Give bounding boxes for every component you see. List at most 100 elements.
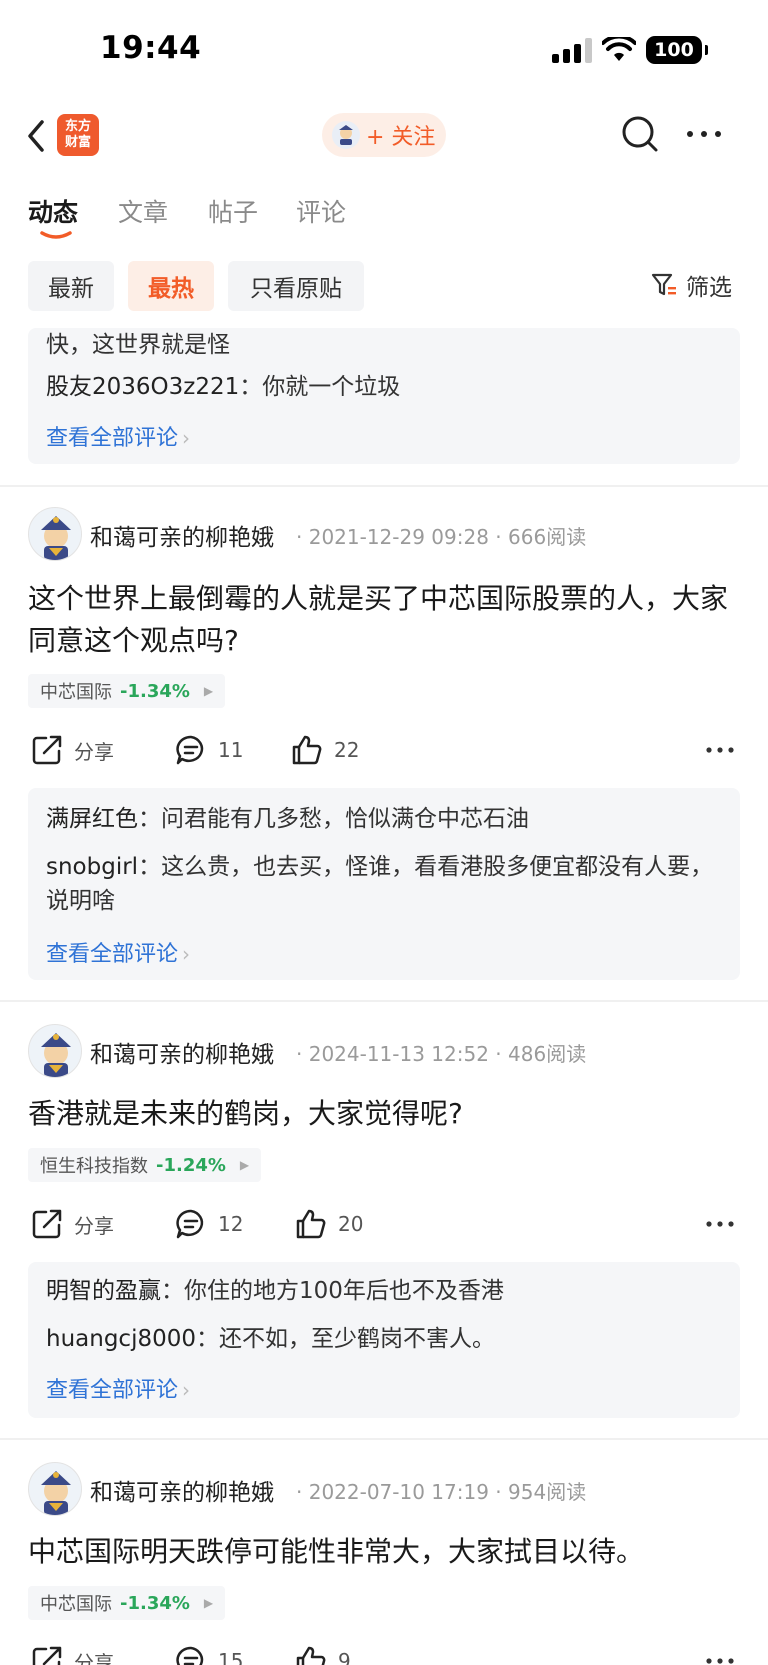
filter-button[interactable]: 筛选 [650,268,732,302]
comment-text: 你就一个垃圾 [262,374,401,400]
stock-change: -1.34% [120,1592,190,1614]
active-tab-indicator [40,231,72,239]
like-button[interactable]: 20 [294,1207,363,1241]
post-date: 2021-12-29 09:28 [308,525,489,549]
user-avatar-small [332,121,360,149]
stock-change: -1.24% [156,1154,226,1176]
comment-count: 15 [218,1649,244,1665]
author-name[interactable]: 和蔼可亲的柳艳娥 [90,1035,274,1069]
stock-change: -1.34% [120,680,190,702]
sort-latest-chip[interactable]: 最新 [28,261,114,311]
see-all-comments-link[interactable]: 查看全部评论 › [46,1372,190,1404]
chevron-right-icon: › [182,1378,191,1402]
tab-dynamic[interactable]: 动态 [28,193,78,229]
post-divider [0,1000,768,1002]
like-count: 22 [334,738,360,762]
post-date: 2024-11-13 12:52 [308,1042,489,1066]
post-body[interactable]: 香港就是未来的鹤岗，大家觉得呢? [28,1093,740,1135]
tab-posts[interactable]: 帖子 [208,193,258,229]
post-meta: · 2021-12-29 09:28 · 666阅读 [296,525,587,549]
thumbs-up-icon [292,735,322,765]
post-divider [0,485,768,487]
caret-right-icon: ▶ [203,1596,214,1610]
follow-button[interactable]: + 关注 [322,113,446,157]
commenter-name[interactable]: 股友2036O3z221 [46,374,239,400]
comment-button[interactable]: 15 [174,1644,243,1665]
author-name[interactable]: 和蔼可亲的柳艳娥 [90,1473,274,1507]
sort-hot-chip[interactable]: 最热 [128,261,214,311]
stock-name: 中芯国际 [40,1594,112,1615]
search-icon[interactable] [620,114,660,154]
header-nav: 东方 财富 + 关注 [0,100,768,172]
stock-tag[interactable]: 恒生科技指数 -1.24% ▶ [28,1148,262,1182]
tab-comments[interactable]: 评论 [296,193,346,229]
author-avatar[interactable] [28,1024,82,1078]
comment-count: 11 [218,738,244,762]
share-icon [32,735,62,765]
back-arrow-icon[interactable] [22,118,52,154]
sort-filter-bar: 最新 最热 只看原贴 筛选 [0,258,768,314]
post-body[interactable]: 这个世界上最倒霉的人就是买了中芯国际股票的人，大家同意这个观点吗? [28,578,740,662]
comment-line: 股友2036O3z221：你就一个垃圾 [46,370,400,404]
post-more-icon[interactable] [705,745,735,755]
post-meta: · 2024-11-13 12:52 · 486阅读 [296,1042,587,1066]
logo-text-top: 东方 [64,119,91,134]
see-all-comments-link[interactable]: 查看全部评论 › [46,936,190,968]
comment-separator: ： [138,854,162,880]
more-options-icon[interactable] [684,126,724,142]
see-all-comments-link[interactable]: 查看全部评论 › [46,420,190,452]
stock-name: 恒生科技指数 [40,1156,148,1177]
author-name[interactable]: 和蔼可亲的柳艳娥 [90,518,274,552]
commenter-name[interactable]: 明智的盈赢 [46,1278,161,1304]
comment-line: huangcj8000：还不如，至少鹤岗不害人。 [46,1322,495,1356]
status-bar: 19:44 100 [0,0,768,100]
comment-line: 明智的盈赢：你住的地方100年后也不及香港 [46,1274,504,1308]
original-only-chip[interactable]: 只看原贴 [228,261,364,311]
see-all-label: 查看全部评论 [46,426,179,451]
commenter-name[interactable]: huangcj8000 [46,1326,196,1352]
status-time: 19:44 [100,30,202,66]
share-label: 分享 [74,1213,114,1238]
caret-right-icon: ▶ [203,684,214,698]
comment-button[interactable]: 12 [174,1207,243,1241]
share-button[interactable]: 分享 [30,1644,114,1665]
comment-separator: ： [161,1278,184,1304]
tab-articles[interactable]: 文章 [118,193,168,229]
post-more-icon[interactable] [705,1656,735,1665]
commenter-name[interactable]: 满屏红色 [46,806,138,832]
comment-text: 还不如，至少鹤岗不害人。 [219,1326,495,1352]
stock-tag[interactable]: 中芯国际 -1.34% ▶ [28,674,226,708]
stock-name: 中芯国际 [40,682,112,703]
battery-icon: 100 [646,36,708,64]
like-button[interactable]: 22 [290,733,359,767]
post-meta: · 2022-07-10 17:19 · 954阅读 [296,1480,587,1504]
share-icon [32,1646,62,1665]
share-button[interactable]: 分享 [30,1207,114,1241]
author-avatar[interactable] [28,507,82,561]
comment-line: snobgirl：这么贵，也去买，怪谁，看看港股多便宜都没有人要，说明啥 [46,850,726,918]
comment-separator: ： [196,1326,219,1352]
share-button[interactable]: 分享 [30,733,114,767]
commenter-name[interactable]: snobgirl [46,854,138,880]
comment-button[interactable]: 11 [174,733,243,767]
comment-icon [176,1646,204,1665]
author-avatar[interactable] [28,1462,82,1516]
post-reads: 486阅读 [508,1042,587,1066]
comment-text: 问君能有几多愁，恰似满仓中芯石油 [161,806,529,832]
chevron-right-icon: › [182,426,191,450]
stock-tag[interactable]: 中芯国际 -1.34% ▶ [28,1586,226,1620]
filter-label: 筛选 [686,275,732,301]
cellular-signal-icon [552,37,592,63]
post-body[interactable]: 中芯国际明天跌停可能性非常大，大家拭目以待。 [28,1531,740,1573]
comment-text: 你住的地方100年后也不及香港 [184,1278,504,1304]
comment-text: 快，这世界就是怪 [46,332,230,358]
like-button[interactable]: 9 [294,1644,351,1665]
like-count: 9 [338,1649,351,1665]
app-logo[interactable]: 东方 财富 [57,114,99,156]
share-icon [32,1209,62,1239]
post-reads: 666阅读 [508,525,587,549]
follow-label: + 关注 [366,125,436,150]
status-icons: 100 [552,36,708,64]
post-more-icon[interactable] [705,1219,735,1229]
comment-count: 12 [218,1212,244,1236]
